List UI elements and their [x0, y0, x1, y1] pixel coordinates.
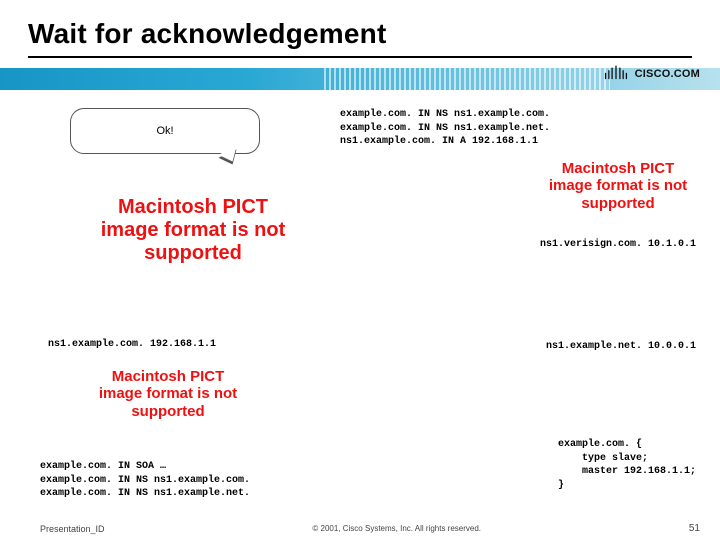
footer-presentation-id: Presentation_ID [40, 524, 105, 534]
footer-page-number: 51 [689, 523, 700, 534]
footer-copyright: © 2001, Cisco Systems, Inc. All rights r… [312, 524, 481, 533]
zone-records-top: example.com. IN NS ns1.example.com. exam… [340, 108, 550, 149]
named-conf-block: example.com. { type slave; master 192.16… [558, 438, 696, 492]
title-area: Wait for acknowledgement [0, 0, 720, 66]
ns-verisign-line: ns1.verisign.com. 10.1.0.1 [540, 238, 696, 252]
footer: Presentation_ID © 2001, Cisco Systems, I… [0, 523, 720, 534]
title-underline [28, 56, 692, 58]
pict-placeholder-1: Macintosh PICT image format is not suppo… [88, 196, 298, 265]
slide-title: Wait for acknowledgement [28, 18, 692, 50]
pict-placeholder-top: Macintosh PICT image format is not suppo… [538, 160, 698, 212]
ack-bubble-text: Ok! [156, 125, 173, 137]
ns1-example-net: ns1.example.net. 10.0.0.1 [546, 340, 696, 354]
cisco-bridge-icon [603, 64, 629, 84]
zone-soa-block: example.com. IN SOA … example.com. IN NS… [40, 460, 250, 501]
ns1-example-line: ns1.example.com. 192.168.1.1 [48, 338, 216, 352]
logo-text: CISCO.COM [635, 68, 700, 80]
ack-bubble: Ok! [70, 108, 260, 154]
pict-placeholder-2: Macintosh PICT image format is not suppo… [88, 368, 248, 420]
slide: Wait for acknowledgement CISCO.COM Ok! e… [0, 0, 720, 540]
cisco-logo: CISCO.COM [603, 64, 700, 84]
